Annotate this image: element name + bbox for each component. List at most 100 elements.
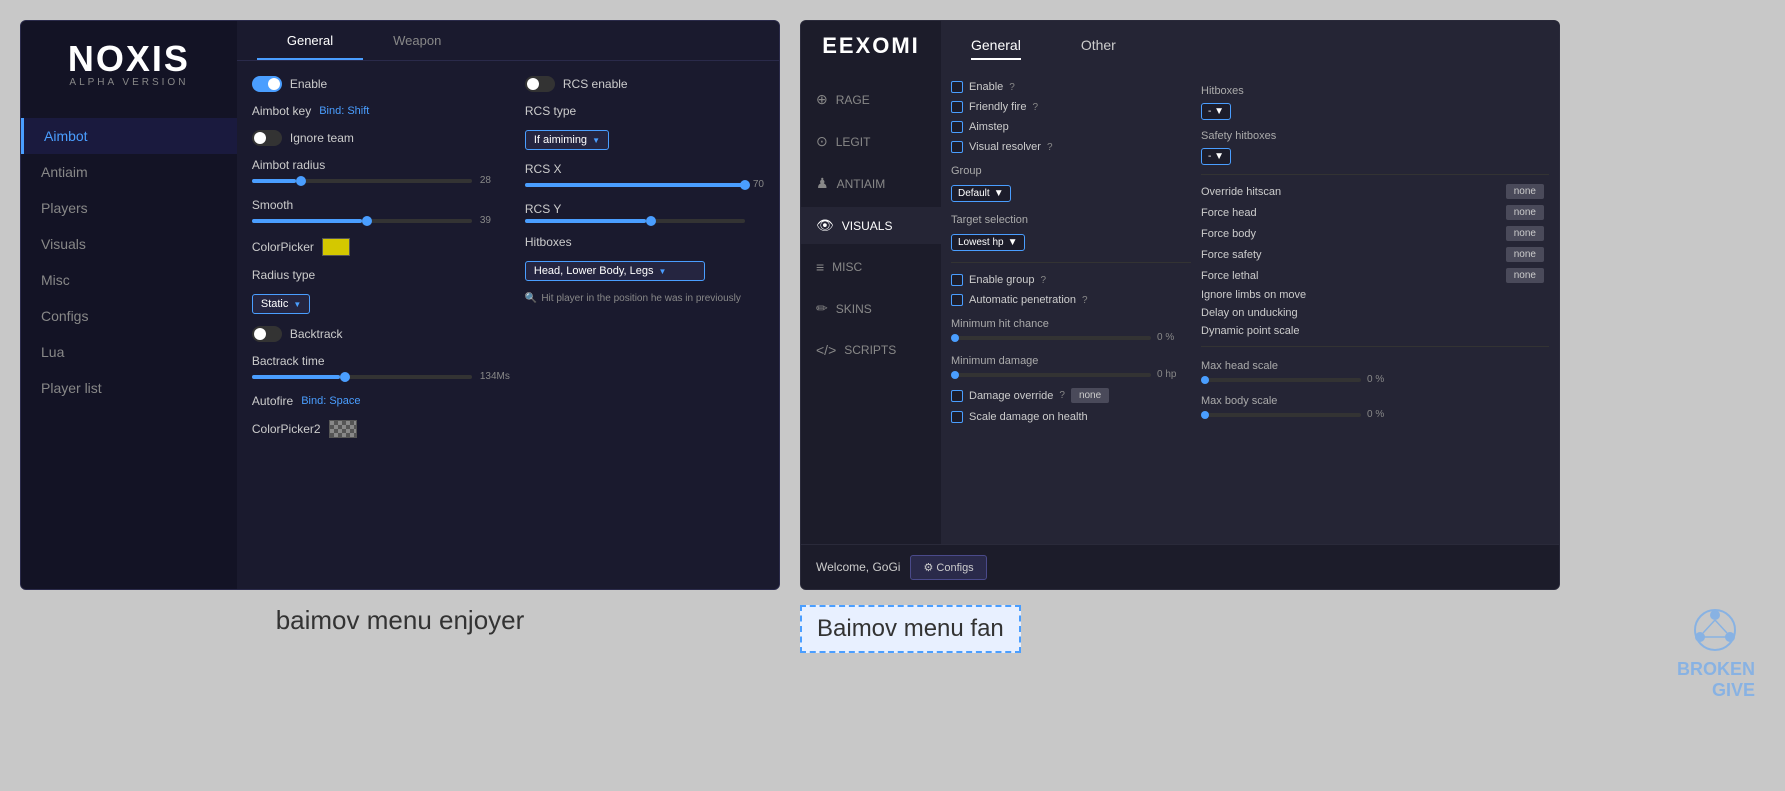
e-safety-dropdown[interactable]: - ▼	[1201, 148, 1231, 165]
e-force-lethal-label: Force lethal	[1201, 270, 1258, 282]
eexomi-nav-misc[interactable]: ≡ MISC	[801, 249, 941, 285]
e-min-dmg-label: Minimum damage	[951, 355, 1191, 367]
rcs-y-track[interactable]	[525, 219, 745, 223]
eexomi-nav-antiaim[interactable]: ♟ ANTIAIM	[801, 165, 941, 202]
e-enable-row: Enable ?	[951, 81, 1191, 93]
tab-weapon[interactable]: Weapon	[363, 21, 471, 60]
e-max-head-track[interactable]	[1201, 378, 1361, 382]
sidebar-item-misc[interactable]: Misc	[21, 262, 237, 298]
tab-general[interactable]: General	[257, 21, 363, 60]
color-picker-box[interactable]	[322, 238, 350, 256]
e-target-dropdown[interactable]: Lowest hp ▼	[951, 234, 1025, 251]
e-min-hit-value: 0 %	[1157, 332, 1174, 343]
e-friendly-fire-row: Friendly fire ?	[951, 101, 1191, 113]
rage-icon: ⊕	[816, 91, 828, 108]
eexomi-nav-rage[interactable]: ⊕ RAGE	[801, 81, 941, 118]
color-picker2-box[interactable]	[329, 420, 357, 438]
e-group-label: Group	[951, 165, 1191, 177]
radius-type-arrow: ▼	[293, 300, 301, 309]
backtrack-track[interactable]	[252, 375, 472, 379]
hitboxes-dropdown[interactable]: Head, Lower Body, Legs ▼	[525, 261, 705, 281]
eexomi-nav-skins[interactable]: ✏ SKINS	[801, 290, 941, 327]
rcs-x-track[interactable]	[525, 183, 745, 187]
rcs-x-value: 70	[753, 179, 764, 190]
e-scale-dmg-checkbox[interactable]	[951, 411, 963, 423]
aimbot-radius-container: Aimbot radius 28	[252, 158, 510, 186]
sidebar-item-playerlist[interactable]: Player list	[21, 370, 237, 406]
rcs-type-label-row: RCS type	[525, 104, 764, 118]
rcs-type-dropdown-row: If aimiming ▼	[525, 130, 764, 150]
e-target-arrow: ▼	[1008, 237, 1018, 248]
e-min-dmg-container: Minimum damage 0 hp	[951, 351, 1191, 380]
backtrack-toggle[interactable]	[252, 326, 282, 342]
eexomi-nav-visuals[interactable]: 👁 VISUALS	[801, 207, 941, 244]
enable-toggle[interactable]	[252, 76, 282, 92]
e-force-head-btn[interactable]: none	[1506, 205, 1544, 220]
e-force-lethal-btn[interactable]: none	[1506, 268, 1544, 283]
e-force-safety-row: Force safety none	[1201, 247, 1549, 262]
e-force-body-btn[interactable]: none	[1506, 226, 1544, 241]
eexomi-tab-other[interactable]: Other	[1081, 32, 1116, 60]
hint-icon: 🔍	[525, 293, 537, 304]
hitboxes-label: Hitboxes	[525, 235, 572, 249]
e-enable-group-checkbox[interactable]	[951, 274, 963, 286]
e-min-dmg-row: 0 hp	[951, 369, 1191, 380]
e-max-body-track[interactable]	[1201, 413, 1361, 417]
sidebar-item-configs[interactable]: Configs	[21, 298, 237, 334]
caption-right-text: Baimov menu fan	[817, 615, 1004, 642]
hitboxes-label-row: Hitboxes	[525, 235, 764, 249]
aimbot-radius-track[interactable]	[252, 179, 472, 183]
rcs-x-container: RCS X 70	[525, 162, 764, 190]
e-dmg-override-btn[interactable]: none	[1071, 388, 1109, 403]
rcs-enable-toggle[interactable]	[525, 76, 555, 92]
noxis-version: ALPHA VERSION	[68, 77, 190, 88]
e-min-hit-label: Minimum hit chance	[951, 318, 1191, 330]
eexomi-left-col: Enable ? Friendly fire ? Aimstep	[951, 81, 1191, 534]
caption-left: baimov menu enjoyer	[20, 605, 780, 636]
backtrack-time-container: Bactrack time 134Ms	[252, 354, 510, 382]
e-min-hit-container: Minimum hit chance 0 %	[951, 314, 1191, 343]
hitboxes-dropdown-row: Head, Lower Body, Legs ▼	[525, 261, 764, 281]
e-enable-checkbox[interactable]	[951, 81, 963, 93]
e-dmg-override-checkbox[interactable]	[951, 390, 963, 402]
sidebar-item-antiaim[interactable]: Antiaim	[21, 154, 237, 190]
e-min-hit-track[interactable]	[951, 336, 1151, 340]
e-group-dropdown[interactable]: Default ▼	[951, 185, 1011, 202]
e-friendly-fire-checkbox[interactable]	[951, 101, 963, 113]
e-dmg-override-q: ?	[1059, 390, 1065, 401]
eexomi-tab-general[interactable]: General	[971, 32, 1021, 60]
sidebar-item-players[interactable]: Players	[21, 190, 237, 226]
e-auto-pen-checkbox[interactable]	[951, 294, 963, 306]
configs-button[interactable]: ⚙ Configs	[910, 555, 986, 580]
e-force-safety-btn[interactable]: none	[1506, 247, 1544, 262]
e-aimstep-checkbox[interactable]	[951, 121, 963, 133]
color-picker-label: ColorPicker	[252, 240, 314, 254]
ignore-team-toggle[interactable]	[252, 130, 282, 146]
sidebar-item-lua[interactable]: Lua	[21, 334, 237, 370]
backtrack-label: Backtrack	[290, 327, 343, 341]
sidebar-item-visuals[interactable]: Visuals	[21, 226, 237, 262]
aimbot-key-row: Aimbot key Bind: Shift	[252, 104, 510, 118]
autofire-bind[interactable]: Bind: Space	[301, 395, 360, 407]
rcs-type-value: If aimiming	[534, 134, 587, 146]
e-safety-section: Safety hitboxes	[1201, 130, 1549, 142]
radius-type-dropdown[interactable]: Static ▼	[252, 294, 310, 314]
e-min-dmg-track[interactable]	[951, 373, 1151, 377]
e-max-head-value: 0 %	[1367, 374, 1384, 385]
ignore-team-label: Ignore team	[290, 131, 354, 145]
hitboxes-value: Head, Lower Body, Legs	[534, 265, 654, 277]
noxis-nav: Aimbot Antiaim Players Visuals Misc Conf…	[21, 118, 237, 406]
e-override-hitscan-btn[interactable]: none	[1506, 184, 1544, 199]
eexomi-nav-rage-label: RAGE	[836, 93, 870, 107]
eexomi-nav-legit[interactable]: ⊙ LEGIT	[801, 123, 941, 160]
sidebar-item-aimbot[interactable]: Aimbot	[21, 118, 237, 154]
aimbot-key-bind[interactable]: Bind: Shift	[319, 105, 369, 117]
e-max-head-row: 0 %	[1201, 374, 1549, 385]
e-visual-resolver-checkbox[interactable]	[951, 141, 963, 153]
eexomi-nav-scripts[interactable]: </> SCRIPTS	[801, 332, 941, 368]
e-hitboxes-dropdown[interactable]: - ▼	[1201, 103, 1231, 120]
watermark-icon	[1675, 605, 1755, 655]
hitboxes-arrow: ▼	[659, 267, 667, 276]
smooth-track[interactable]	[252, 219, 472, 223]
rcs-type-dropdown[interactable]: If aimiming ▼	[525, 130, 609, 150]
